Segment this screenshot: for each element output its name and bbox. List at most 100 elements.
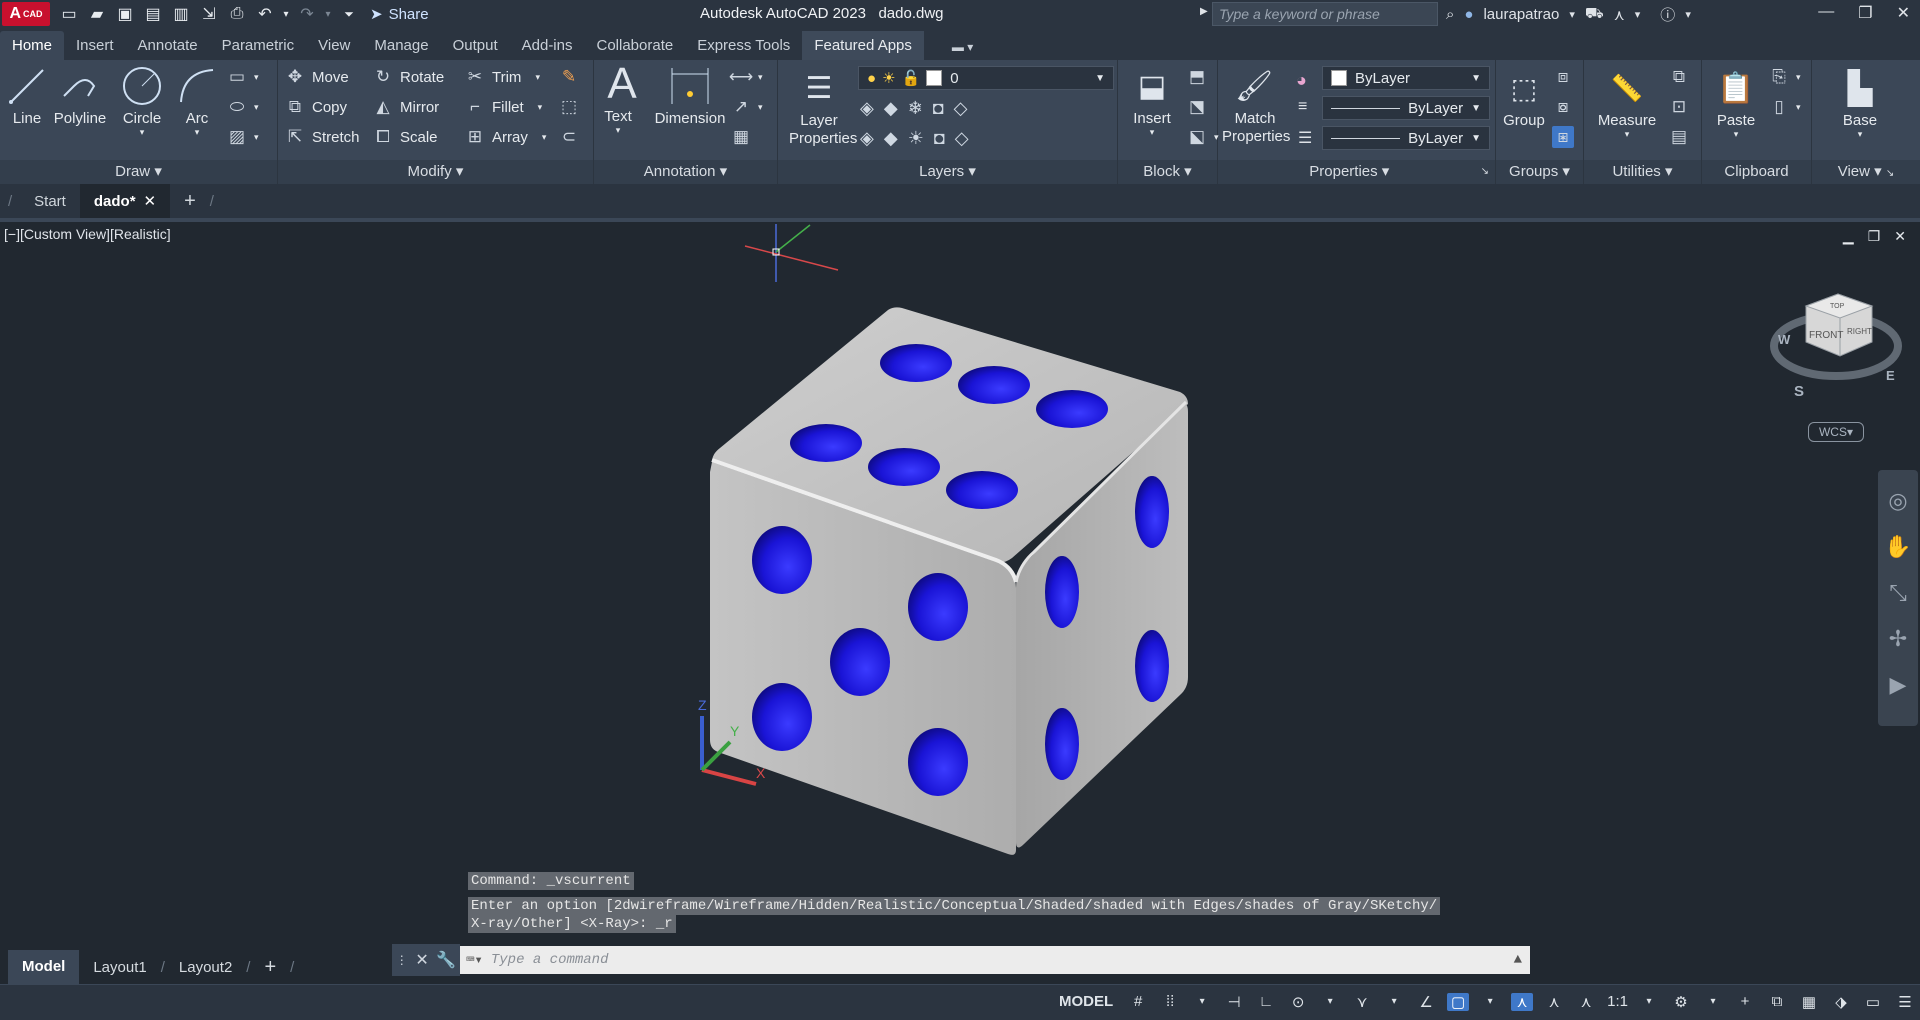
minimize-icon[interactable]: — [1818,3,1834,23]
isolate-objects-icon[interactable]: ▭ [1862,993,1884,1011]
close-tab-icon[interactable]: ✕ [144,192,157,210]
copy-button[interactable]: ⧉ Copy [284,96,347,118]
properties-panel-title[interactable]: Properties ▾ ↘ [1218,160,1495,184]
customize-qa-icon[interactable]: ⏷ [338,4,360,24]
web-mobile-icon[interactable]: ▥ [170,4,192,24]
layer-properties-button[interactable]: ☰ Layer Properties [782,66,857,148]
workspace-gear-icon[interactable]: ⚙ [1670,993,1692,1011]
rotate-button[interactable]: ↻ Rotate [372,66,444,88]
help-icon[interactable]: ⓘ [1660,4,1675,25]
annotation-scale-icon[interactable]: ⋏ [1575,993,1597,1011]
restore-icon[interactable]: ❐ [1858,3,1872,23]
move-button[interactable]: ✥ Move [284,66,349,88]
trim-button[interactable]: ✂ Trim ▾ [464,66,540,88]
hatch-button[interactable]: ▨ ▾ [226,126,259,148]
quick-select-button[interactable]: ⧉ [1668,66,1690,88]
polyline-button[interactable]: Polyline [52,64,108,127]
layer-thaw-icon[interactable]: ☀ [908,128,924,149]
circle-button[interactable]: Circle ▾ [114,64,170,138]
array-button[interactable]: ⊞ Array ▾ [464,126,547,148]
dice-model[interactable] [710,307,1188,855]
compass-east[interactable]: E [1886,368,1895,383]
arc-button[interactable]: Arc ▾ [172,64,222,138]
isodraft-dropdown-icon[interactable]: ▾ [1383,996,1405,1007]
command-prompt-icon[interactable]: ⌨▾ [466,952,483,969]
tab-parametric[interactable]: Parametric [210,31,307,60]
close-icon[interactable]: ✕ [1897,3,1910,23]
tab-home[interactable]: Home [0,31,65,60]
layer-freeze-tool-icon[interactable]: ❄ [908,98,923,119]
copy-clip-button[interactable]: ⎘ ▾ [1768,66,1800,88]
groups-panel-title[interactable]: Groups ▾ [1496,160,1583,184]
layers-panel-title[interactable]: Layers ▾ [778,160,1117,184]
object-snap-tracking-icon[interactable]: ∠ [1415,993,1437,1011]
user-icon[interactable]: ● [1464,6,1473,23]
command-history-toggle-icon[interactable]: ▲ [1514,952,1522,968]
block-panel-title[interactable]: Block ▾ [1118,160,1217,184]
save-icon[interactable]: ▣ [114,4,136,24]
hardware-acceleration-icon[interactable]: ⬗ [1830,993,1852,1011]
layer-unlock-icon[interactable]: ◘ [934,128,945,149]
snap-icon[interactable]: ⁞⁞ [1159,993,1181,1010]
cut-button[interactable]: ▯ ▾ [1768,96,1800,118]
autodesk-app-icon[interactable]: ⋏ [1614,6,1625,24]
polar-tracking-icon[interactable]: ⊙ [1287,993,1309,1011]
stretch-button[interactable]: ⇱ Stretch [284,126,360,148]
undo-icon[interactable]: ↶ [254,4,276,24]
layout2-tab[interactable]: Layout2 [165,959,246,976]
quick-properties-icon[interactable]: ▦ [1798,993,1820,1011]
command-input[interactable]: ⌨▾ Type a command ▲ [460,946,1530,974]
layer-walk-icon[interactable]: ◆ [884,128,898,149]
orbit-icon[interactable]: ✢ [1889,626,1907,652]
undo-dropdown-icon[interactable]: ▾ [282,4,290,24]
layer-match-icon[interactable]: ◇ [954,98,968,119]
scale-button[interactable]: ⧠ Scale [372,126,437,148]
command-customize-icon[interactable]: 🔧 [436,950,456,970]
auto-scale-icon[interactable]: ⋏ [1543,993,1565,1011]
object-snap-dropdown-icon[interactable]: ▾ [1479,996,1501,1007]
search-input[interactable]: Type a keyword or phrase [1212,2,1438,26]
compass-south[interactable]: S [1794,383,1804,400]
explode-button[interactable]: ⬚ [558,96,580,118]
ellipse-button[interactable]: ⬭ ▾ [226,96,259,118]
drawing-tab[interactable]: dado* ✕ [79,184,171,218]
erase-button[interactable]: ✎ [558,66,580,88]
app-menu-button[interactable]: A CAD [2,2,50,26]
scale-dropdown-icon[interactable]: ▾ [1638,996,1660,1007]
group-edit-button[interactable]: ⧇ [1552,96,1574,118]
annotation-panel-title[interactable]: Annotation ▾ [594,160,777,184]
tab-featured-apps[interactable]: Featured Apps [802,31,924,60]
redo-dropdown-icon[interactable]: ▾ [324,4,332,24]
insert-button[interactable]: ⬓ Insert ▾ [1126,64,1178,138]
save-as-icon[interactable]: ▤ [142,4,164,24]
text-button[interactable]: A Text ▾ [600,59,636,136]
select-all-button[interactable]: ⊡ [1668,96,1690,118]
start-tab[interactable]: Start [20,193,80,210]
viewcube[interactable]: FRONT RIGHT TOP W S E [1770,293,1902,400]
layer-off-icon[interactable]: ◈ [860,98,874,119]
layout1-tab[interactable]: Layout1 [79,959,160,976]
ortho-icon[interactable]: ∟ [1255,993,1277,1010]
share-button[interactable]: ➤ Share [370,5,429,24]
layer-isolate-icon[interactable]: ◆ [884,98,898,119]
paste-button[interactable]: 📋 Paste ▾ [1710,66,1762,140]
username[interactable]: laurapatrao [1483,6,1559,23]
layer-lock-tool-icon[interactable]: ◘ [933,98,944,119]
wcs-menu[interactable]: WCS ▾ [1808,422,1864,442]
rectangle-button[interactable]: ▭ ▾ [226,66,259,88]
tab-output[interactable]: Output [441,31,510,60]
make-current-icon[interactable]: ◈ [860,128,874,149]
table-button[interactable]: ▦ [730,126,752,148]
create-block-button[interactable]: ⬒ [1186,66,1208,88]
layer-merge-icon[interactable]: ◇ [955,128,969,149]
model-space-button[interactable]: MODEL [1055,991,1117,1012]
group-selection-button[interactable]: ⧆ [1552,126,1574,148]
layer-dropdown[interactable]: ● ☀ 🔓 0 ▼ [858,66,1114,90]
panel-launcher-icon[interactable]: ↘ [1481,160,1489,184]
polar-dropdown-icon[interactable]: ▾ [1319,996,1341,1007]
lineweight-dropdown[interactable]: ByLayer ▼ [1322,96,1490,120]
drawing-viewport[interactable]: [−][Custom View][Realistic] ▁ ❐ ✕ Z Y X … [0,222,1920,947]
tab-view[interactable]: View [306,31,362,60]
user-dropdown-icon[interactable]: ▾ [1569,8,1575,21]
block-attributes-button[interactable]: ⬕ ▾ [1186,126,1219,148]
